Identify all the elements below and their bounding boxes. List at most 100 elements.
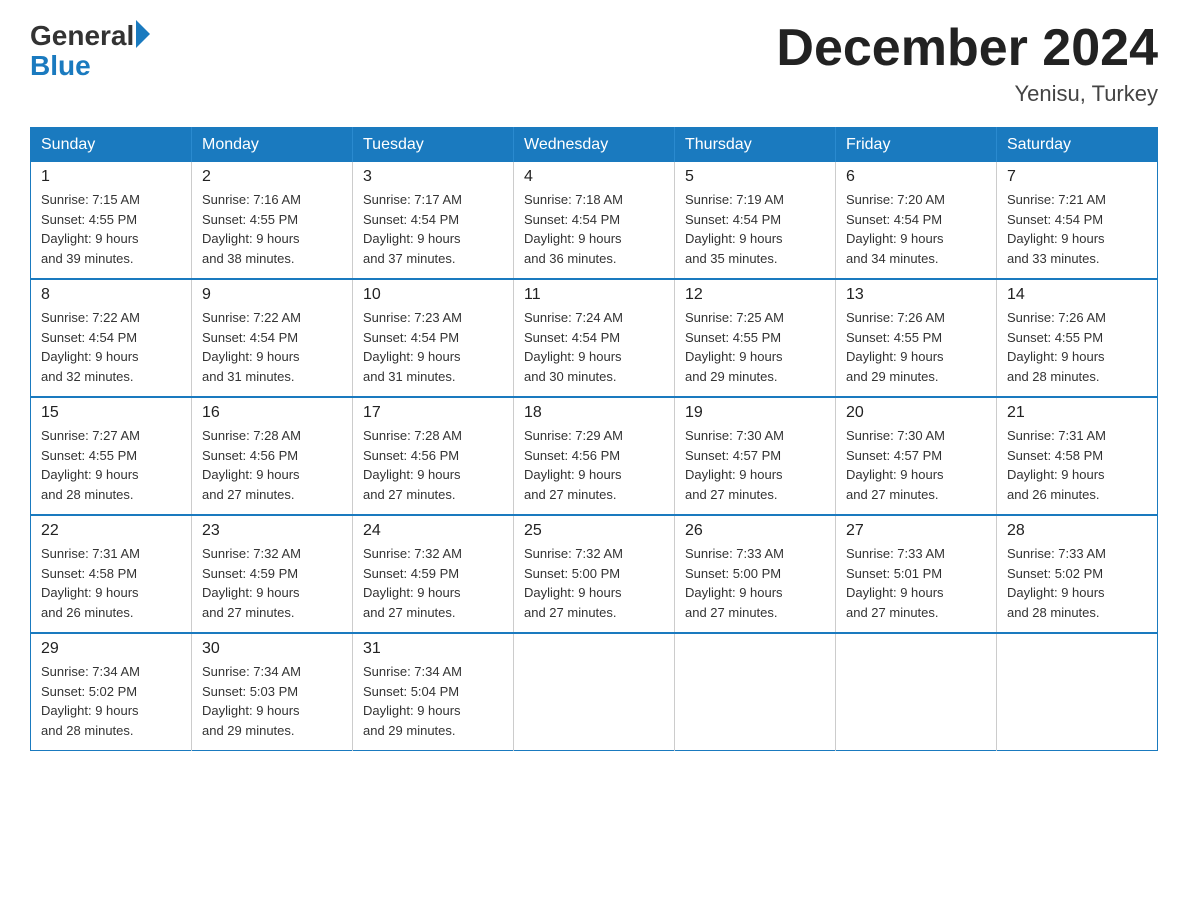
title-section: December 2024 Yenisu, Turkey bbox=[776, 20, 1158, 107]
calendar-day-cell bbox=[997, 633, 1158, 751]
calendar-week-row: 8 Sunrise: 7:22 AM Sunset: 4:54 PM Dayli… bbox=[31, 279, 1158, 397]
calendar-day-cell: 20 Sunrise: 7:30 AM Sunset: 4:57 PM Dayl… bbox=[836, 397, 997, 515]
day-info: Sunrise: 7:22 AM Sunset: 4:54 PM Dayligh… bbox=[202, 308, 342, 386]
calendar-day-cell: 7 Sunrise: 7:21 AM Sunset: 4:54 PM Dayli… bbox=[997, 162, 1158, 279]
location-text: Yenisu, Turkey bbox=[776, 81, 1158, 107]
day-info: Sunrise: 7:29 AM Sunset: 4:56 PM Dayligh… bbox=[524, 426, 664, 504]
day-info: Sunrise: 7:26 AM Sunset: 4:55 PM Dayligh… bbox=[1007, 308, 1147, 386]
calendar-header-row: SundayMondayTuesdayWednesdayThursdayFrid… bbox=[31, 128, 1158, 163]
day-number: 10 bbox=[363, 286, 503, 304]
day-number: 26 bbox=[685, 522, 825, 540]
calendar-day-cell: 13 Sunrise: 7:26 AM Sunset: 4:55 PM Dayl… bbox=[836, 279, 997, 397]
day-number: 21 bbox=[1007, 404, 1147, 422]
day-number: 12 bbox=[685, 286, 825, 304]
calendar-day-cell: 1 Sunrise: 7:15 AM Sunset: 4:55 PM Dayli… bbox=[31, 162, 192, 279]
day-info: Sunrise: 7:34 AM Sunset: 5:02 PM Dayligh… bbox=[41, 662, 181, 740]
day-number: 28 bbox=[1007, 522, 1147, 540]
calendar-day-cell: 29 Sunrise: 7:34 AM Sunset: 5:02 PM Dayl… bbox=[31, 633, 192, 751]
day-of-week-header: Wednesday bbox=[514, 128, 675, 163]
day-info: Sunrise: 7:21 AM Sunset: 4:54 PM Dayligh… bbox=[1007, 190, 1147, 268]
calendar-day-cell: 11 Sunrise: 7:24 AM Sunset: 4:54 PM Dayl… bbox=[514, 279, 675, 397]
calendar-day-cell: 9 Sunrise: 7:22 AM Sunset: 4:54 PM Dayli… bbox=[192, 279, 353, 397]
day-info: Sunrise: 7:27 AM Sunset: 4:55 PM Dayligh… bbox=[41, 426, 181, 504]
day-info: Sunrise: 7:25 AM Sunset: 4:55 PM Dayligh… bbox=[685, 308, 825, 386]
calendar-day-cell: 5 Sunrise: 7:19 AM Sunset: 4:54 PM Dayli… bbox=[675, 162, 836, 279]
calendar-day-cell: 8 Sunrise: 7:22 AM Sunset: 4:54 PM Dayli… bbox=[31, 279, 192, 397]
day-number: 4 bbox=[524, 168, 664, 186]
day-number: 29 bbox=[41, 640, 181, 658]
day-number: 13 bbox=[846, 286, 986, 304]
page-header: General Blue December 2024 Yenisu, Turke… bbox=[30, 20, 1158, 107]
day-number: 30 bbox=[202, 640, 342, 658]
calendar-day-cell: 31 Sunrise: 7:34 AM Sunset: 5:04 PM Dayl… bbox=[353, 633, 514, 751]
day-number: 20 bbox=[846, 404, 986, 422]
calendar-day-cell: 19 Sunrise: 7:30 AM Sunset: 4:57 PM Dayl… bbox=[675, 397, 836, 515]
calendar-table: SundayMondayTuesdayWednesdayThursdayFrid… bbox=[30, 127, 1158, 751]
day-of-week-header: Saturday bbox=[997, 128, 1158, 163]
day-info: Sunrise: 7:30 AM Sunset: 4:57 PM Dayligh… bbox=[846, 426, 986, 504]
day-number: 11 bbox=[524, 286, 664, 304]
day-info: Sunrise: 7:33 AM Sunset: 5:00 PM Dayligh… bbox=[685, 544, 825, 622]
calendar-day-cell: 26 Sunrise: 7:33 AM Sunset: 5:00 PM Dayl… bbox=[675, 515, 836, 633]
day-info: Sunrise: 7:34 AM Sunset: 5:03 PM Dayligh… bbox=[202, 662, 342, 740]
calendar-day-cell: 21 Sunrise: 7:31 AM Sunset: 4:58 PM Dayl… bbox=[997, 397, 1158, 515]
calendar-day-cell bbox=[675, 633, 836, 751]
day-number: 23 bbox=[202, 522, 342, 540]
day-number: 9 bbox=[202, 286, 342, 304]
day-info: Sunrise: 7:32 AM Sunset: 5:00 PM Dayligh… bbox=[524, 544, 664, 622]
day-info: Sunrise: 7:32 AM Sunset: 4:59 PM Dayligh… bbox=[363, 544, 503, 622]
calendar-day-cell bbox=[514, 633, 675, 751]
day-number: 24 bbox=[363, 522, 503, 540]
calendar-day-cell: 28 Sunrise: 7:33 AM Sunset: 5:02 PM Dayl… bbox=[997, 515, 1158, 633]
day-info: Sunrise: 7:24 AM Sunset: 4:54 PM Dayligh… bbox=[524, 308, 664, 386]
day-info: Sunrise: 7:31 AM Sunset: 4:58 PM Dayligh… bbox=[1007, 426, 1147, 504]
day-number: 1 bbox=[41, 168, 181, 186]
day-info: Sunrise: 7:16 AM Sunset: 4:55 PM Dayligh… bbox=[202, 190, 342, 268]
day-info: Sunrise: 7:22 AM Sunset: 4:54 PM Dayligh… bbox=[41, 308, 181, 386]
day-info: Sunrise: 7:20 AM Sunset: 4:54 PM Dayligh… bbox=[846, 190, 986, 268]
calendar-week-row: 22 Sunrise: 7:31 AM Sunset: 4:58 PM Dayl… bbox=[31, 515, 1158, 633]
day-of-week-header: Monday bbox=[192, 128, 353, 163]
day-info: Sunrise: 7:23 AM Sunset: 4:54 PM Dayligh… bbox=[363, 308, 503, 386]
calendar-day-cell: 10 Sunrise: 7:23 AM Sunset: 4:54 PM Dayl… bbox=[353, 279, 514, 397]
calendar-week-row: 29 Sunrise: 7:34 AM Sunset: 5:02 PM Dayl… bbox=[31, 633, 1158, 751]
calendar-day-cell: 15 Sunrise: 7:27 AM Sunset: 4:55 PM Dayl… bbox=[31, 397, 192, 515]
calendar-day-cell: 18 Sunrise: 7:29 AM Sunset: 4:56 PM Dayl… bbox=[514, 397, 675, 515]
day-number: 27 bbox=[846, 522, 986, 540]
day-number: 2 bbox=[202, 168, 342, 186]
day-number: 31 bbox=[363, 640, 503, 658]
day-info: Sunrise: 7:19 AM Sunset: 4:54 PM Dayligh… bbox=[685, 190, 825, 268]
calendar-day-cell: 3 Sunrise: 7:17 AM Sunset: 4:54 PM Dayli… bbox=[353, 162, 514, 279]
day-of-week-header: Sunday bbox=[31, 128, 192, 163]
calendar-day-cell: 23 Sunrise: 7:32 AM Sunset: 4:59 PM Dayl… bbox=[192, 515, 353, 633]
day-info: Sunrise: 7:17 AM Sunset: 4:54 PM Dayligh… bbox=[363, 190, 503, 268]
day-of-week-header: Friday bbox=[836, 128, 997, 163]
day-info: Sunrise: 7:32 AM Sunset: 4:59 PM Dayligh… bbox=[202, 544, 342, 622]
calendar-day-cell: 16 Sunrise: 7:28 AM Sunset: 4:56 PM Dayl… bbox=[192, 397, 353, 515]
day-number: 14 bbox=[1007, 286, 1147, 304]
day-number: 22 bbox=[41, 522, 181, 540]
day-number: 6 bbox=[846, 168, 986, 186]
day-info: Sunrise: 7:33 AM Sunset: 5:01 PM Dayligh… bbox=[846, 544, 986, 622]
calendar-day-cell: 24 Sunrise: 7:32 AM Sunset: 4:59 PM Dayl… bbox=[353, 515, 514, 633]
day-number: 8 bbox=[41, 286, 181, 304]
calendar-day-cell: 2 Sunrise: 7:16 AM Sunset: 4:55 PM Dayli… bbox=[192, 162, 353, 279]
logo: General Blue bbox=[30, 20, 150, 82]
day-number: 19 bbox=[685, 404, 825, 422]
day-number: 25 bbox=[524, 522, 664, 540]
day-number: 18 bbox=[524, 404, 664, 422]
calendar-day-cell: 17 Sunrise: 7:28 AM Sunset: 4:56 PM Dayl… bbox=[353, 397, 514, 515]
day-info: Sunrise: 7:28 AM Sunset: 4:56 PM Dayligh… bbox=[202, 426, 342, 504]
day-info: Sunrise: 7:33 AM Sunset: 5:02 PM Dayligh… bbox=[1007, 544, 1147, 622]
calendar-day-cell: 30 Sunrise: 7:34 AM Sunset: 5:03 PM Dayl… bbox=[192, 633, 353, 751]
calendar-day-cell: 6 Sunrise: 7:20 AM Sunset: 4:54 PM Dayli… bbox=[836, 162, 997, 279]
day-number: 5 bbox=[685, 168, 825, 186]
calendar-day-cell: 25 Sunrise: 7:32 AM Sunset: 5:00 PM Dayl… bbox=[514, 515, 675, 633]
calendar-day-cell bbox=[836, 633, 997, 751]
day-of-week-header: Tuesday bbox=[353, 128, 514, 163]
day-info: Sunrise: 7:31 AM Sunset: 4:58 PM Dayligh… bbox=[41, 544, 181, 622]
day-number: 16 bbox=[202, 404, 342, 422]
logo-arrow-icon bbox=[136, 20, 150, 48]
day-info: Sunrise: 7:34 AM Sunset: 5:04 PM Dayligh… bbox=[363, 662, 503, 740]
calendar-week-row: 1 Sunrise: 7:15 AM Sunset: 4:55 PM Dayli… bbox=[31, 162, 1158, 279]
